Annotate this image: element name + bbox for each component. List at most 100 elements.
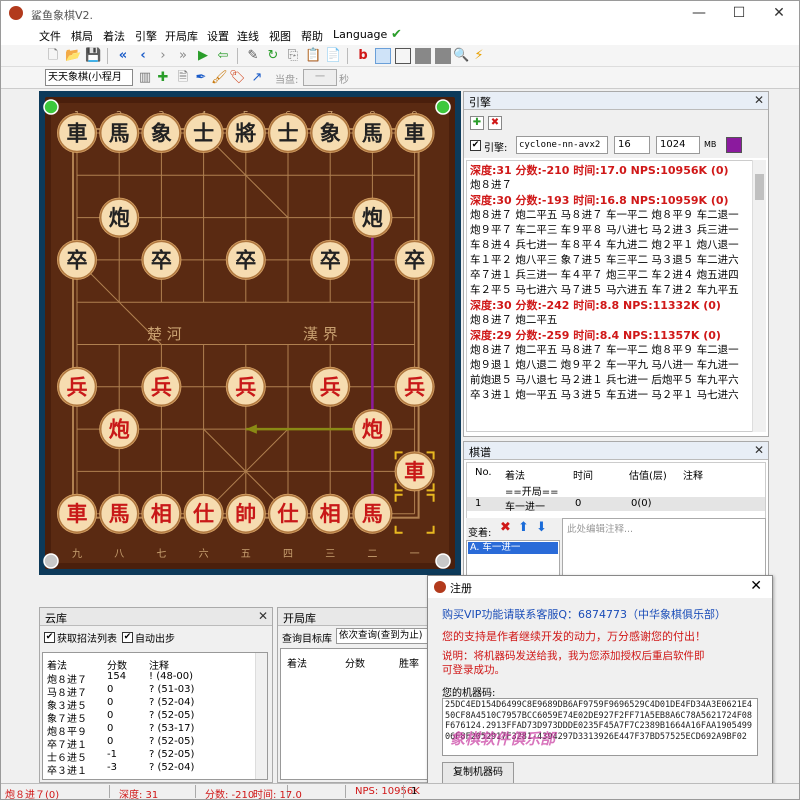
chart-icon[interactable]: ▥: [137, 70, 153, 86]
red-soldier-2[interactable]: 兵: [141, 366, 182, 407]
cloud-row[interactable]: 卒７进１ 0? (52-05): [43, 736, 255, 751]
bold-b-icon[interactable]: b: [355, 48, 371, 64]
red-elephant-right[interactable]: 相: [310, 493, 351, 534]
engine-color-swatch[interactable]: [726, 137, 742, 153]
cloud-row[interactable]: 卒３进１ -3 ? (52-04): [43, 762, 255, 777]
black-soldier-2[interactable]: 卒: [141, 239, 182, 280]
edit-icon[interactable]: ✎: [245, 48, 261, 64]
menu-file[interactable]: 文件: [39, 28, 61, 44]
cloud-row[interactable]: 象３进５ 0? (52-04): [43, 697, 255, 712]
layout-icon[interactable]: [395, 48, 411, 64]
black-chariot-right[interactable]: 車: [394, 113, 435, 153]
red-horse-left[interactable]: 馬: [99, 493, 140, 534]
black-elephant-right[interactable]: 象: [310, 113, 351, 153]
arrow-curve-icon[interactable]: ↗: [249, 70, 265, 86]
add-icon[interactable]: ✚: [155, 70, 171, 86]
black-advisor-right[interactable]: 士: [268, 113, 308, 153]
red-chariot-left[interactable]: 車: [57, 493, 97, 534]
variation-list[interactable]: A. 车一进一: [466, 540, 560, 578]
undo-icon[interactable]: ⇦: [215, 48, 231, 64]
clipboard-icon[interactable]: 📄: [325, 48, 341, 64]
cloud-row[interactable]: 炮８平９ 0? (53-17): [43, 723, 255, 738]
black-advisor-left[interactable]: 士: [183, 113, 224, 153]
engine-scrollbar[interactable]: [752, 160, 766, 432]
black-cannon-right[interactable]: 炮: [352, 197, 393, 238]
engine-checkbox[interactable]: ✔: [470, 140, 481, 151]
comment-input[interactable]: 此处编辑注释...: [562, 518, 766, 578]
menu-view[interactable]: 视图: [269, 28, 291, 44]
menu-engine[interactable]: 引擎: [135, 28, 157, 44]
refresh-icon[interactable]: ↻: [265, 48, 281, 64]
menu-language[interactable]: Language: [333, 28, 387, 41]
black-soldier-5[interactable]: 卒: [394, 239, 435, 280]
book-query-select[interactable]: 依次查询(查到为止): [336, 628, 436, 644]
red-cannon-right[interactable]: 炮: [352, 409, 393, 450]
engine-name-select[interactable]: cyclone-nn-avx2: [516, 136, 608, 154]
next-move-icon[interactable]: ›: [155, 48, 171, 64]
last-move-icon[interactable]: »: [175, 48, 191, 64]
arrow-up-icon[interactable]: ⬆: [518, 520, 529, 535]
close-icon[interactable]: ✕: [754, 443, 764, 457]
black-cannon-left[interactable]: 炮: [99, 197, 140, 238]
red-soldier-4[interactable]: 兵: [310, 366, 351, 407]
copy-machine-code-button[interactable]: 复制机器码: [442, 762, 514, 784]
remove-engine-icon[interactable]: ✖: [488, 116, 502, 130]
pen-icon[interactable]: ✒: [193, 70, 209, 86]
tag-icon[interactable]: 🏷: [229, 70, 246, 86]
close-button[interactable]: ✕: [759, 1, 799, 27]
menu-game[interactable]: 棋局: [71, 28, 93, 44]
add-engine-icon[interactable]: ✚: [470, 116, 484, 130]
paint-icon[interactable]: 🖌: [211, 70, 228, 86]
play-icon[interactable]: ▶: [195, 48, 211, 64]
cloud-scrollbar[interactable]: [255, 653, 267, 779]
prev-move-icon[interactable]: ‹: [135, 48, 151, 64]
black-soldier-1[interactable]: 卒: [57, 239, 97, 280]
black-horse-right[interactable]: 馬: [352, 113, 393, 153]
cloud-row[interactable]: 马８进７ 0? (51-03): [43, 684, 255, 699]
red-advisor-left[interactable]: 仕: [183, 493, 224, 534]
close-icon[interactable]: ✕: [750, 578, 762, 594]
variation-item[interactable]: A. 车一进一: [468, 542, 558, 554]
search-icon[interactable]: 🔍: [453, 48, 469, 64]
black-chariot-left[interactable]: 車: [57, 113, 97, 153]
menu-connect[interactable]: 连线: [237, 28, 259, 44]
first-move-icon[interactable]: «: [115, 48, 131, 64]
cloud-row[interactable]: 象７进５ 0? (52-05): [43, 710, 255, 725]
cloud-row[interactable]: 士６进５ -1? (52-05): [43, 749, 255, 764]
close-icon[interactable]: ✕: [754, 93, 764, 107]
red-horse-right[interactable]: 馬: [352, 493, 393, 534]
mode-select[interactable]: 天天象棋(小程月: [45, 69, 133, 86]
black-horse-left[interactable]: 馬: [99, 113, 140, 153]
red-advisor-right[interactable]: 仕: [268, 493, 308, 534]
black-general[interactable]: 將: [225, 113, 266, 153]
new-file-icon[interactable]: 🗋: [45, 48, 61, 64]
grid-icon[interactable]: [435, 48, 451, 64]
current-board-select[interactable]: 一: [303, 69, 337, 86]
document-icon[interactable]: 🗎: [175, 70, 191, 86]
hash-select[interactable]: 1024: [656, 136, 700, 154]
flash-icon[interactable]: ⚡: [471, 48, 487, 64]
menu-help[interactable]: 帮助: [301, 28, 323, 44]
red-king[interactable]: 帥: [225, 493, 266, 534]
panel-icon[interactable]: [415, 48, 431, 64]
copy-icon[interactable]: ⎘: [285, 48, 301, 64]
red-elephant-left[interactable]: 相: [141, 493, 182, 534]
delete-variation-icon[interactable]: ✖: [500, 520, 511, 535]
red-soldier-5[interactable]: 兵: [394, 366, 435, 407]
arrow-down-icon[interactable]: ⬇: [536, 520, 547, 535]
save-icon[interactable]: 💾: [85, 48, 101, 64]
board-view-icon[interactable]: [375, 48, 391, 64]
maximize-button[interactable]: ☐: [719, 1, 759, 27]
red-soldier-1[interactable]: 兵: [57, 366, 97, 407]
black-elephant-left[interactable]: 象: [141, 113, 182, 153]
black-soldier-4[interactable]: 卒: [310, 239, 351, 280]
cloud-row[interactable]: 炮８进７ 154! (48-00): [43, 671, 255, 686]
menu-opening-book[interactable]: 开局库: [165, 28, 198, 44]
scrollbar-thumb[interactable]: [755, 174, 764, 200]
menu-settings[interactable]: 设置: [207, 28, 229, 44]
get-moves-checkbox[interactable]: ✔: [44, 632, 55, 643]
paste-icon[interactable]: 📋: [305, 48, 321, 64]
auto-move-checkbox[interactable]: ✔: [122, 632, 133, 643]
red-soldier-3[interactable]: 兵: [225, 366, 266, 407]
red-chariot-moved[interactable]: 車: [394, 451, 435, 492]
